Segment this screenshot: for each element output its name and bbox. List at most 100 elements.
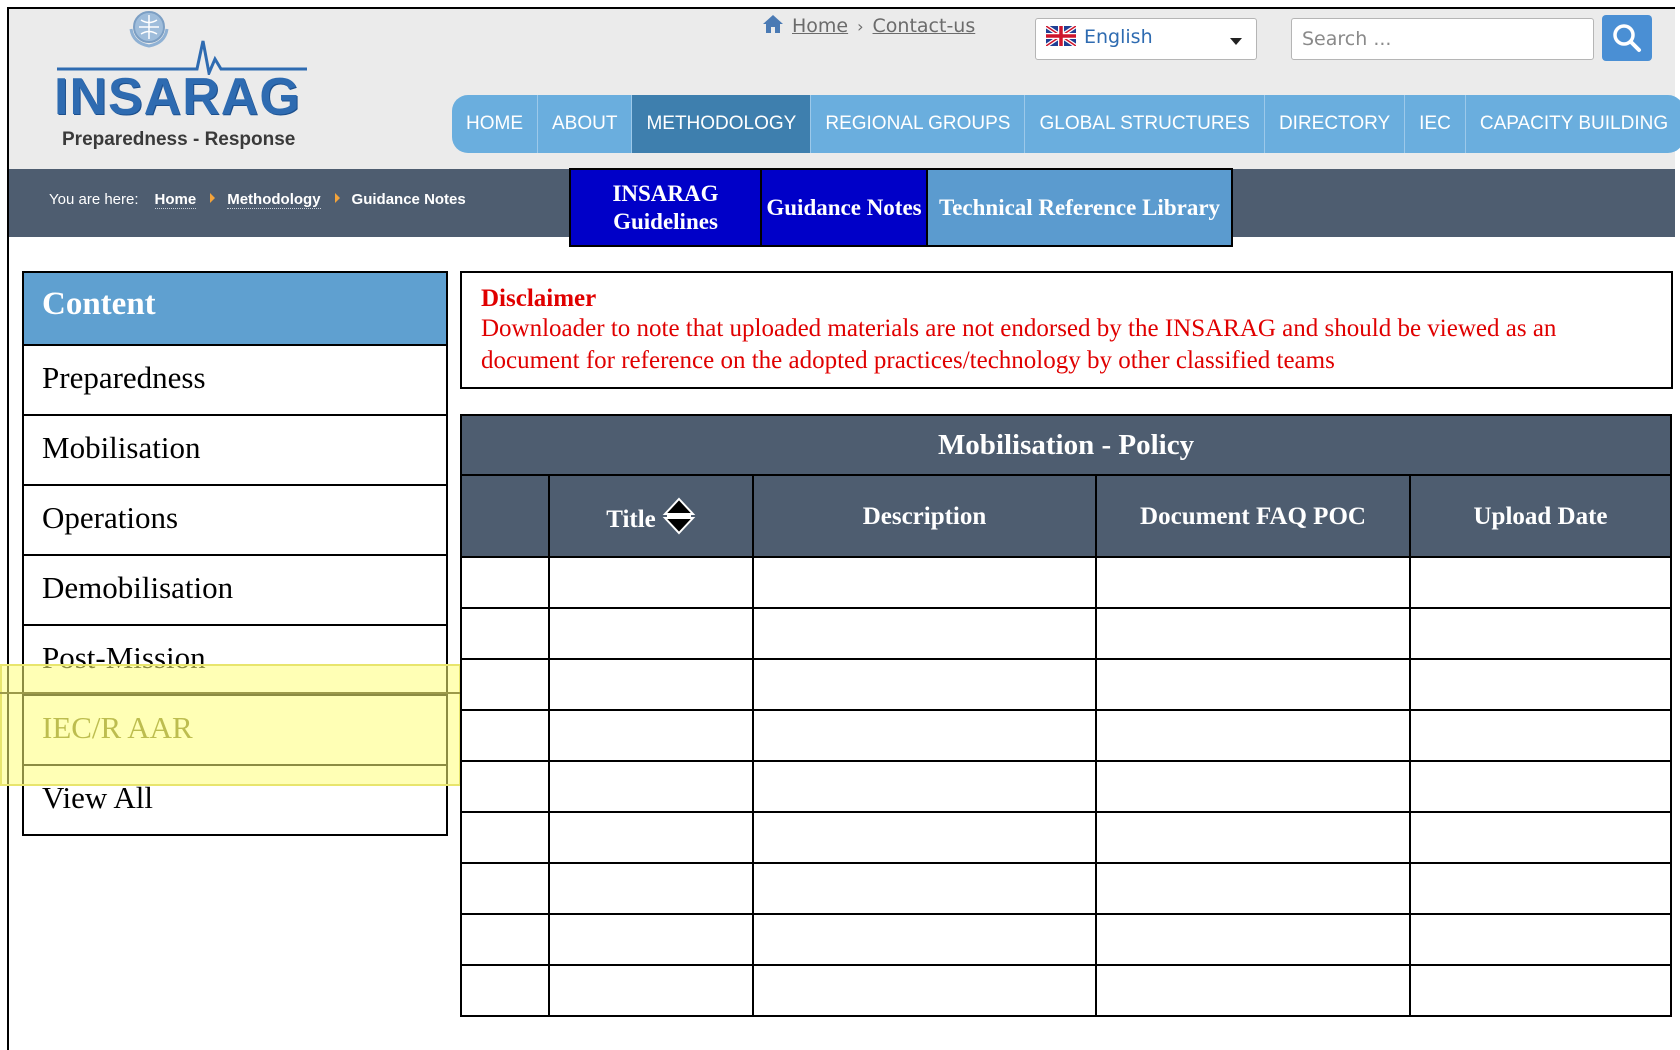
- column-header-faq-poc[interactable]: Document FAQ POC: [1095, 474, 1411, 558]
- search-button[interactable]: [1602, 15, 1652, 61]
- content-panel-title: Content: [24, 273, 446, 346]
- breadcrumb-label: You are here:: [49, 191, 139, 208]
- table-cell: [460, 658, 550, 711]
- table-cell: [1095, 709, 1411, 762]
- table-cell: [548, 760, 754, 813]
- table-row: [460, 709, 1673, 762]
- breadcrumb: You are here: Home Methodology Guidance Not…: [49, 191, 466, 209]
- table-cell: [548, 811, 754, 864]
- contact-link[interactable]: Contact-us: [873, 15, 976, 37]
- arrow-right-icon: [210, 193, 216, 203]
- sidebar-item-post-mission[interactable]: Post-Mission: [24, 626, 446, 696]
- link-separator: ›: [857, 17, 864, 36]
- table-cell: [460, 709, 550, 762]
- table-cell: [1095, 556, 1411, 609]
- tab-insarag-guidelines[interactable]: INSARAG Guidelines: [571, 170, 762, 245]
- table-cell: [1408, 862, 1673, 915]
- table-cell: [1095, 862, 1411, 915]
- table-cell: [460, 607, 550, 660]
- sidebar-item-iec-r-aar[interactable]: IEC/R AAR: [24, 696, 446, 766]
- disclaimer-box: Disclaimer Downloader to note that uploa…: [460, 271, 1673, 389]
- table-cell: [548, 913, 754, 966]
- logo-text: INSARAG: [54, 68, 301, 126]
- home-icon: [763, 15, 783, 33]
- table-cell: [460, 811, 550, 864]
- sidebar-item-preparedness[interactable]: Preparedness: [24, 346, 446, 416]
- nav-regional-groups[interactable]: REGIONAL GROUPS: [811, 95, 1026, 153]
- table-cell: [1408, 811, 1673, 864]
- table-cell: [1408, 658, 1673, 711]
- table-cell: [1095, 658, 1411, 711]
- disclaimer-title: Disclaimer: [481, 285, 597, 312]
- table-cell: [1095, 760, 1411, 813]
- breadcrumb-current: Guidance Notes: [351, 191, 466, 208]
- column-header-index: [460, 474, 550, 558]
- table-cell: [460, 862, 550, 915]
- nav-about[interactable]: ABOUT: [538, 95, 633, 153]
- table-cell: [1408, 913, 1673, 966]
- nav-home[interactable]: HOME: [452, 95, 538, 153]
- table-cell: [752, 607, 1097, 660]
- table-cell: [548, 556, 754, 609]
- nav-capacity-building[interactable]: CAPACITY BUILDING: [1466, 95, 1680, 153]
- utility-links: Home › Contact-us: [762, 14, 975, 37]
- table-cell: [1408, 964, 1673, 1017]
- table-cell: [752, 760, 1097, 813]
- table-cell: [752, 811, 1097, 864]
- table-cell: [752, 709, 1097, 762]
- disclaimer-text: Downloader to note that uploaded materia…: [481, 315, 1557, 374]
- table-cell: [752, 658, 1097, 711]
- logo-tagline: Preparedness - Response: [62, 129, 296, 150]
- sidebar-item-view-all[interactable]: View All: [24, 766, 446, 834]
- table-cell: [460, 760, 550, 813]
- column-header-upload-date[interactable]: Upload Date: [1408, 474, 1673, 558]
- documents-table: Mobilisation - Policy Title Description …: [459, 414, 1673, 1017]
- tab-technical-reference-library[interactable]: Technical Reference Library: [928, 170, 1231, 245]
- nav-iec[interactable]: IEC: [1405, 95, 1466, 153]
- table-cell: [1095, 607, 1411, 660]
- table-cell: [752, 556, 1097, 609]
- table-row: [460, 862, 1673, 915]
- column-header-description[interactable]: Description: [752, 474, 1097, 558]
- content-sidebar: Content Preparedness Mobilisation Operat…: [22, 271, 448, 836]
- language-label: English: [1084, 26, 1153, 48]
- nav-directory[interactable]: DIRECTORY: [1265, 95, 1406, 153]
- site-header: INSARAG Preparedness - Response Home › Con…: [9, 9, 1680, 169]
- table-row: [460, 658, 1673, 711]
- table-cell: [548, 964, 754, 1017]
- table-cell: [1095, 913, 1411, 966]
- column-header-title[interactable]: Title: [548, 474, 754, 558]
- home-link[interactable]: Home: [792, 15, 848, 37]
- table-row: [460, 964, 1673, 1017]
- column-header-title-label: Title: [606, 506, 656, 533]
- breadcrumb-home[interactable]: Home: [154, 191, 197, 209]
- sidebar-item-mobilisation[interactable]: Mobilisation: [24, 416, 446, 486]
- sidebar-item-operations[interactable]: Operations: [24, 486, 446, 556]
- uk-flag-icon: [1046, 26, 1076, 46]
- nav-global-structures[interactable]: GLOBAL STRUCTURES: [1025, 95, 1265, 153]
- table-body: [460, 556, 1673, 1017]
- arrow-right-icon: [334, 193, 340, 203]
- table-cell: [460, 913, 550, 966]
- language-select[interactable]: English: [1035, 18, 1257, 60]
- table-row: [460, 760, 1673, 813]
- sidebar-item-demobilisation[interactable]: Demobilisation: [24, 556, 446, 626]
- sub-tabs: INSARAG Guidelines Guidance Notes Techni…: [569, 168, 1233, 247]
- table-cell: [1408, 760, 1673, 813]
- main-nav: HOME ABOUT METHODOLOGY REGIONAL GROUPS G…: [452, 95, 1680, 153]
- table-cell: [1095, 811, 1411, 864]
- search-input[interactable]: [1291, 18, 1594, 60]
- table-cell: [460, 556, 550, 609]
- table-row: [460, 607, 1673, 660]
- breadcrumb-methodology[interactable]: Methodology: [227, 191, 321, 209]
- table-cell: [1408, 607, 1673, 660]
- nav-methodology[interactable]: METHODOLOGY: [632, 95, 812, 153]
- table-row: [460, 556, 1673, 609]
- site-logo[interactable]: INSARAG Preparedness - Response: [47, 9, 317, 159]
- tab-guidance-notes[interactable]: Guidance Notes: [762, 170, 928, 245]
- table-cell: [460, 964, 550, 1017]
- caret-down-icon: [1230, 38, 1242, 45]
- table-caption: Mobilisation - Policy: [459, 414, 1673, 476]
- table-row: [460, 811, 1673, 864]
- sort-icon[interactable]: [662, 497, 696, 535]
